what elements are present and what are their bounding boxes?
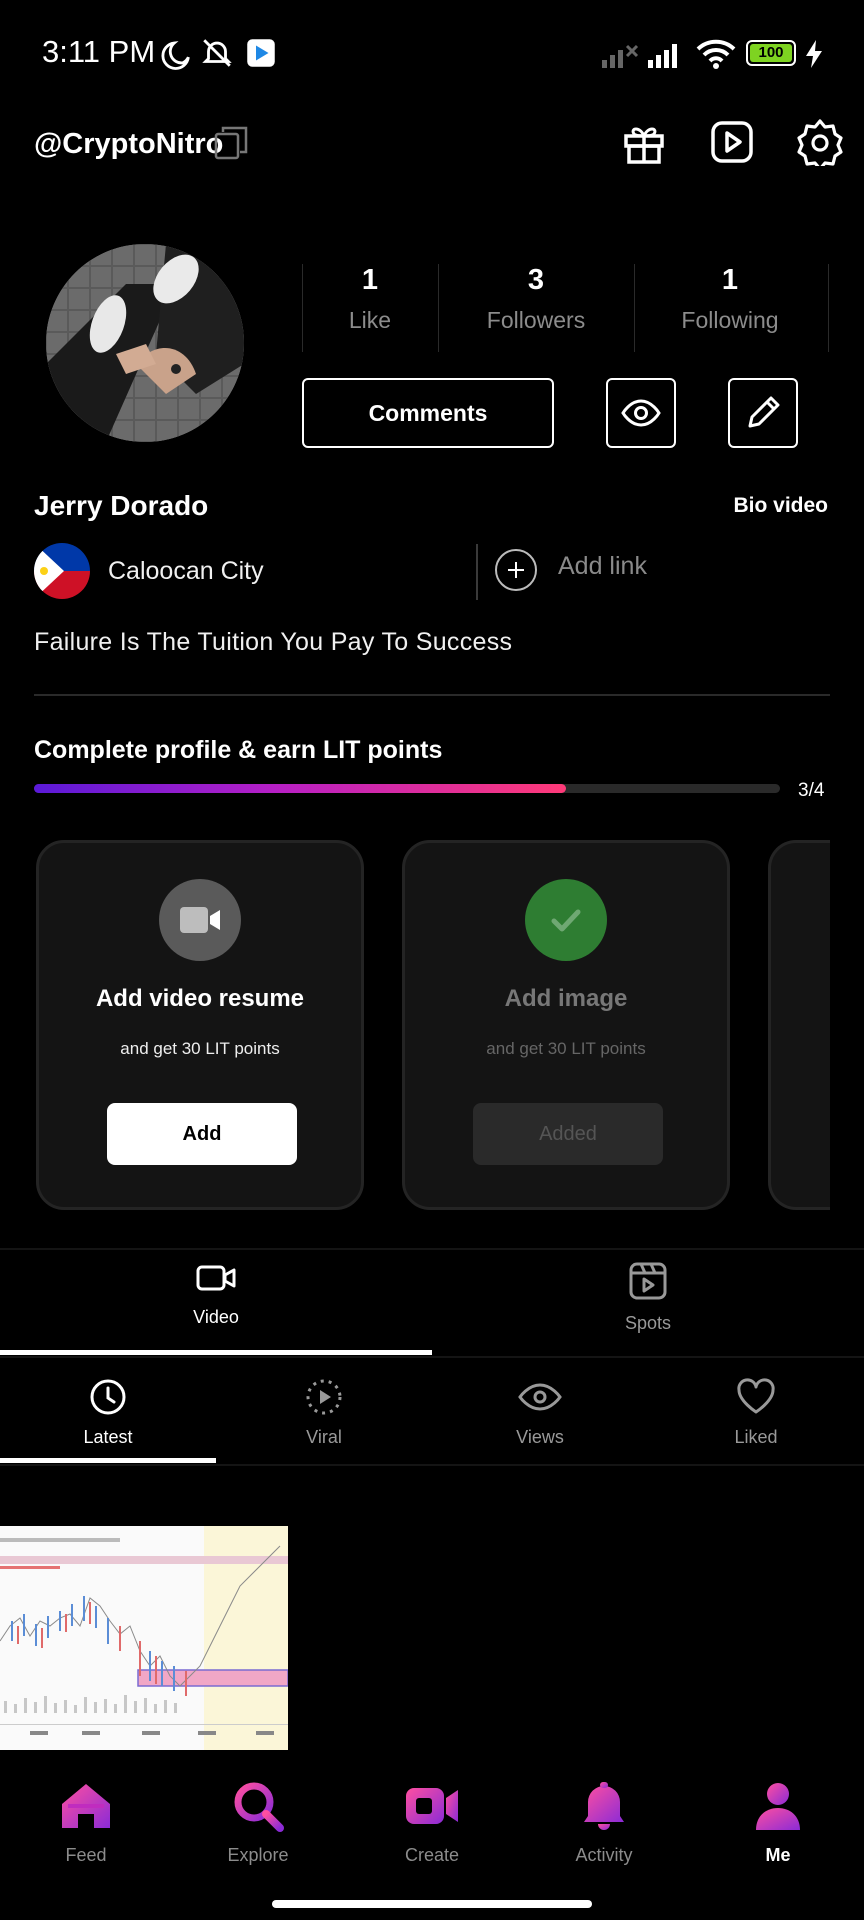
nav-activity-label: Activity (575, 1845, 633, 1865)
charging-icon (806, 40, 822, 68)
stat-likes[interactable]: 1 Like (290, 264, 450, 334)
spots-icon (629, 1262, 667, 1300)
eye-icon (518, 1383, 562, 1411)
stat-likes-value: 1 (361, 264, 379, 296)
tab-latest-label: Latest (83, 1427, 133, 1447)
philippines-flag-icon (34, 543, 90, 599)
signal-icon-2 (648, 44, 677, 68)
stat-followers-label: Followers (486, 307, 586, 333)
divider (34, 694, 830, 696)
tab-latest[interactable]: Latest (0, 1378, 216, 1448)
pencil-icon (748, 396, 780, 428)
tab-video-label: Video (193, 1307, 239, 1327)
copy-icon[interactable] (214, 126, 248, 160)
tab-viral-label: Viral (306, 1427, 342, 1447)
comments-button[interactable]: Comments (302, 378, 554, 448)
card-next-partial[interactable] (768, 840, 830, 1210)
gift-icon[interactable] (620, 118, 668, 166)
stat-following-value: 1 (721, 264, 739, 296)
tab-spots-label: Spots (624, 1313, 672, 1333)
card-title: Add image (504, 985, 628, 1012)
status-bar: 3:11 PM 100 (0, 0, 864, 104)
stat-followers-value: 3 (527, 264, 545, 296)
bell-muted-icon (202, 39, 232, 67)
video-thumbnail[interactable] (0, 1526, 288, 1750)
video-camera-icon (196, 1265, 236, 1291)
tab-views-label: Views (516, 1427, 564, 1447)
wifi-icon (696, 39, 736, 69)
person-icon (756, 1783, 800, 1830)
card-add-image: Add image and get 30 LIT points Added (402, 840, 730, 1210)
home-icon (62, 1784, 110, 1828)
tab-liked-label: Liked (734, 1427, 778, 1447)
video-camera-icon (406, 1788, 458, 1824)
active-tab-indicator (0, 1350, 432, 1355)
stat-divider (828, 264, 829, 352)
bio-video-link[interactable]: Bio video (733, 494, 828, 518)
visibility-button[interactable] (606, 378, 676, 448)
tab-spots[interactable]: Spots (432, 1262, 864, 1334)
heart-icon (737, 1378, 775, 1414)
video-camera-icon (159, 879, 241, 961)
nav-explore[interactable]: Explore (172, 1780, 344, 1866)
add-video-resume-button[interactable]: Add (107, 1103, 297, 1165)
moon-icon (161, 41, 190, 70)
card-title: Add video resume (95, 985, 305, 1012)
completion-progress-text: 3/4 (798, 780, 825, 801)
stat-following[interactable]: 1 Following (650, 264, 810, 334)
check-icon (525, 879, 607, 961)
nav-me-label: Me (765, 1845, 791, 1865)
search-icon (234, 1782, 284, 1832)
divider (0, 1356, 864, 1358)
add-link-button[interactable]: Add link (558, 552, 647, 581)
eye-icon (621, 399, 661, 427)
avatar-photo (46, 244, 244, 442)
stat-followers[interactable]: 3 Followers (456, 264, 616, 334)
clock-icon (90, 1379, 126, 1415)
chart-screenshot-image (0, 1526, 288, 1750)
tab-video[interactable]: Video (0, 1262, 432, 1328)
stat-likes-label: Like (348, 307, 392, 333)
completion-title: Complete profile & earn LIT points (34, 736, 443, 764)
nav-feed[interactable]: Feed (0, 1780, 172, 1866)
bell-icon (584, 1782, 624, 1830)
video-play-icon[interactable] (708, 118, 756, 166)
tab-views[interactable]: Views (432, 1378, 648, 1448)
divider (476, 544, 478, 600)
stat-following-label: Following (681, 307, 779, 333)
nav-me[interactable]: Me (692, 1780, 864, 1866)
card-subtitle: and get 30 LIT points (486, 1039, 646, 1058)
home-indicator[interactable] (272, 1900, 592, 1908)
gear-icon[interactable] (796, 118, 844, 166)
nav-create[interactable]: Create (346, 1780, 518, 1866)
nav-activity[interactable]: Activity (518, 1780, 690, 1866)
status-time: 3:11 PM (42, 34, 156, 69)
profile-bio: Failure Is The Tuition You Pay To Succes… (34, 628, 513, 656)
username: @CryptoNitro (34, 128, 224, 160)
nav-create-label: Create (404, 1845, 460, 1865)
signal-icon (602, 44, 639, 68)
profile-name: Jerry Dorado (34, 490, 209, 521)
added-button: Added (473, 1103, 663, 1165)
nav-feed-label: Feed (65, 1845, 107, 1865)
tab-viral[interactable]: Viral (216, 1378, 432, 1448)
battery-level: 100 (750, 44, 792, 62)
location-city: Caloocan City (108, 557, 264, 585)
active-subtab-indicator (0, 1458, 216, 1463)
add-link-plus-icon[interactable] (495, 549, 537, 591)
card-add-video-resume: Add video resume and get 30 LIT points A… (36, 840, 364, 1210)
stat-divider (438, 264, 439, 352)
tab-liked[interactable]: Liked (648, 1378, 864, 1448)
stat-divider (634, 264, 635, 352)
edit-profile-button[interactable] (728, 378, 798, 448)
divider (0, 1248, 864, 1250)
battery-icon: 100 (746, 40, 796, 66)
viral-icon (306, 1379, 342, 1415)
nav-explore-label: Explore (227, 1845, 289, 1865)
card-subtitle: and get 30 LIT points (120, 1039, 280, 1058)
play-store-icon (247, 39, 275, 67)
divider (0, 1464, 864, 1466)
avatar[interactable] (46, 244, 244, 442)
completion-progress-fill (34, 784, 566, 793)
